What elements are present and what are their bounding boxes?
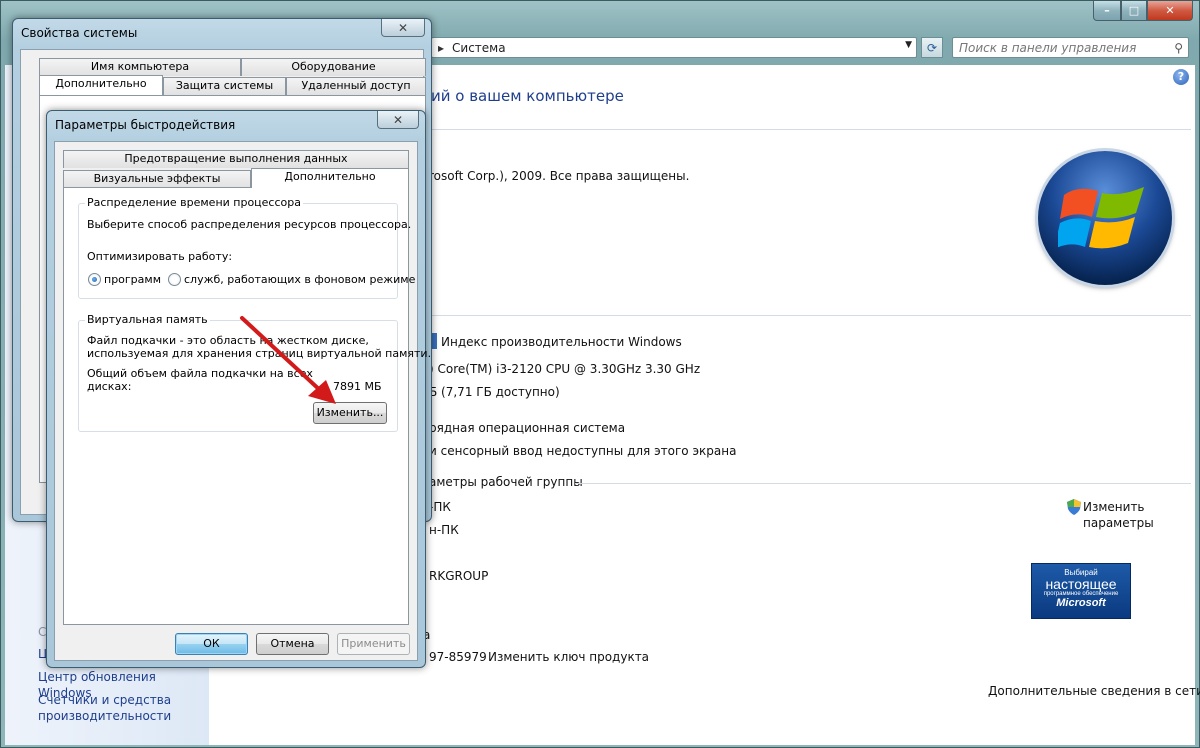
tab-advanced[interactable]: Дополнительно: [251, 168, 409, 188]
full-name-value: н-ПК: [429, 523, 459, 537]
pen-touch-value: и сенсорный ввод недоступны для этого эк…: [429, 444, 737, 458]
refresh-icon[interactable]: ⟳: [921, 37, 943, 58]
tab-remote[interactable]: Удаленный доступ: [286, 77, 426, 95]
ok-button[interactable]: ОК: [175, 633, 248, 655]
dialog-title: Свойства системы: [21, 26, 138, 40]
change-settings-link-line1[interactable]: Изменить: [1083, 500, 1145, 514]
memory-value: Б (7,71 ГБ доступно): [429, 385, 560, 399]
programs-radio-label[interactable]: программ: [104, 273, 161, 286]
genuine-microsoft-badge[interactable]: Выбирай настоящее программное обеспечени…: [1031, 563, 1131, 619]
optimize-label: Оптимизировать работу:: [87, 250, 233, 263]
search-input[interactable]: Поиск в панели управления ⚲: [952, 37, 1189, 58]
workgroup-value: RKGROUP: [429, 569, 489, 583]
tab-dep[interactable]: Предотвращение выполнения данных: [63, 150, 409, 168]
services-radio[interactable]: [168, 273, 181, 286]
chevron-down-icon[interactable]: ▼: [905, 40, 912, 50]
cpu-description: Выберите способ распределения ресурсов п…: [87, 218, 412, 231]
breadcrumb-separator: ▸: [438, 40, 445, 55]
performance-rating-link[interactable]: Индекс производительности Windows: [441, 335, 682, 349]
address-bar[interactable]: ▸ Система ▼: [431, 37, 917, 58]
change-settings-link-line2[interactable]: параметры: [1083, 516, 1154, 530]
group-label: Виртуальная память: [85, 313, 210, 326]
tab-computer-name[interactable]: Имя компьютера: [39, 58, 241, 76]
search-icon[interactable]: ⚲: [1174, 41, 1183, 55]
close-icon[interactable]: ✕: [381, 19, 425, 37]
perf-tools-link-line1[interactable]: Счетчики и средства: [38, 692, 171, 708]
maximize-button[interactable]: □: [1121, 1, 1147, 21]
tab-visual-effects[interactable]: Визуальные эффекты: [63, 170, 251, 188]
group-label: Распределение времени процессора: [85, 196, 303, 209]
cpu-scheduling-group: Распределение времени процессора Выберит…: [78, 196, 415, 299]
search-placeholder: Поиск в панели управления: [959, 40, 1137, 55]
close-icon[interactable]: ✕: [377, 111, 419, 129]
tab-system-protection[interactable]: Защита системы: [163, 77, 286, 95]
services-radio-label[interactable]: служб, работающих в фоновом режиме: [184, 273, 415, 286]
page-heading: ий о вашем компьютере: [431, 87, 624, 105]
dialog-title: Параметры быстродействия: [55, 118, 236, 132]
change-product-key-link[interactable]: Изменить ключ продукта: [488, 650, 649, 664]
close-button[interactable]: ✕: [1147, 1, 1193, 21]
breadcrumb-system[interactable]: Система: [452, 41, 506, 55]
programs-radio[interactable]: [88, 273, 101, 286]
processor-value: ) Core(TM) i3-2120 CPU @ 3.30GHz 3.30 GH…: [429, 362, 701, 376]
copyright-text: rosoft Corp.), 2009. Все права защищены.: [429, 169, 690, 183]
tab-advanced[interactable]: Дополнительно: [39, 75, 163, 95]
shield-icon: [1067, 499, 1081, 515]
product-id-value: 97-85979: [429, 650, 487, 664]
vm-total-label-line2: дисках:: [87, 380, 132, 393]
divider: [575, 483, 1191, 484]
divider: [429, 315, 1191, 316]
window-controls: – □ ✕: [1093, 1, 1193, 21]
divider: [429, 129, 1191, 130]
tab-hardware[interactable]: Оборудование: [241, 58, 426, 76]
perf-tools-link-line2[interactable]: производительности: [38, 708, 171, 724]
windows-logo-icon: [1038, 151, 1172, 285]
badge-text: Microsoft: [1056, 597, 1106, 609]
cancel-button[interactable]: Отмена: [256, 633, 329, 655]
workgroup-section-heading: аметры рабочей группы: [429, 475, 583, 489]
apply-button[interactable]: Применить: [337, 633, 410, 655]
red-arrow-annotation: [240, 316, 336, 404]
badge-text: настоящее: [1045, 576, 1117, 592]
more-info-online-link[interactable]: Дополнительные сведения в сети...: [988, 684, 1200, 698]
computer-name-value: -ПК: [429, 500, 451, 514]
system-type-value: рядная операционная система: [429, 421, 626, 435]
minimize-button[interactable]: –: [1093, 1, 1121, 21]
help-icon[interactable]: ?: [1173, 69, 1189, 85]
